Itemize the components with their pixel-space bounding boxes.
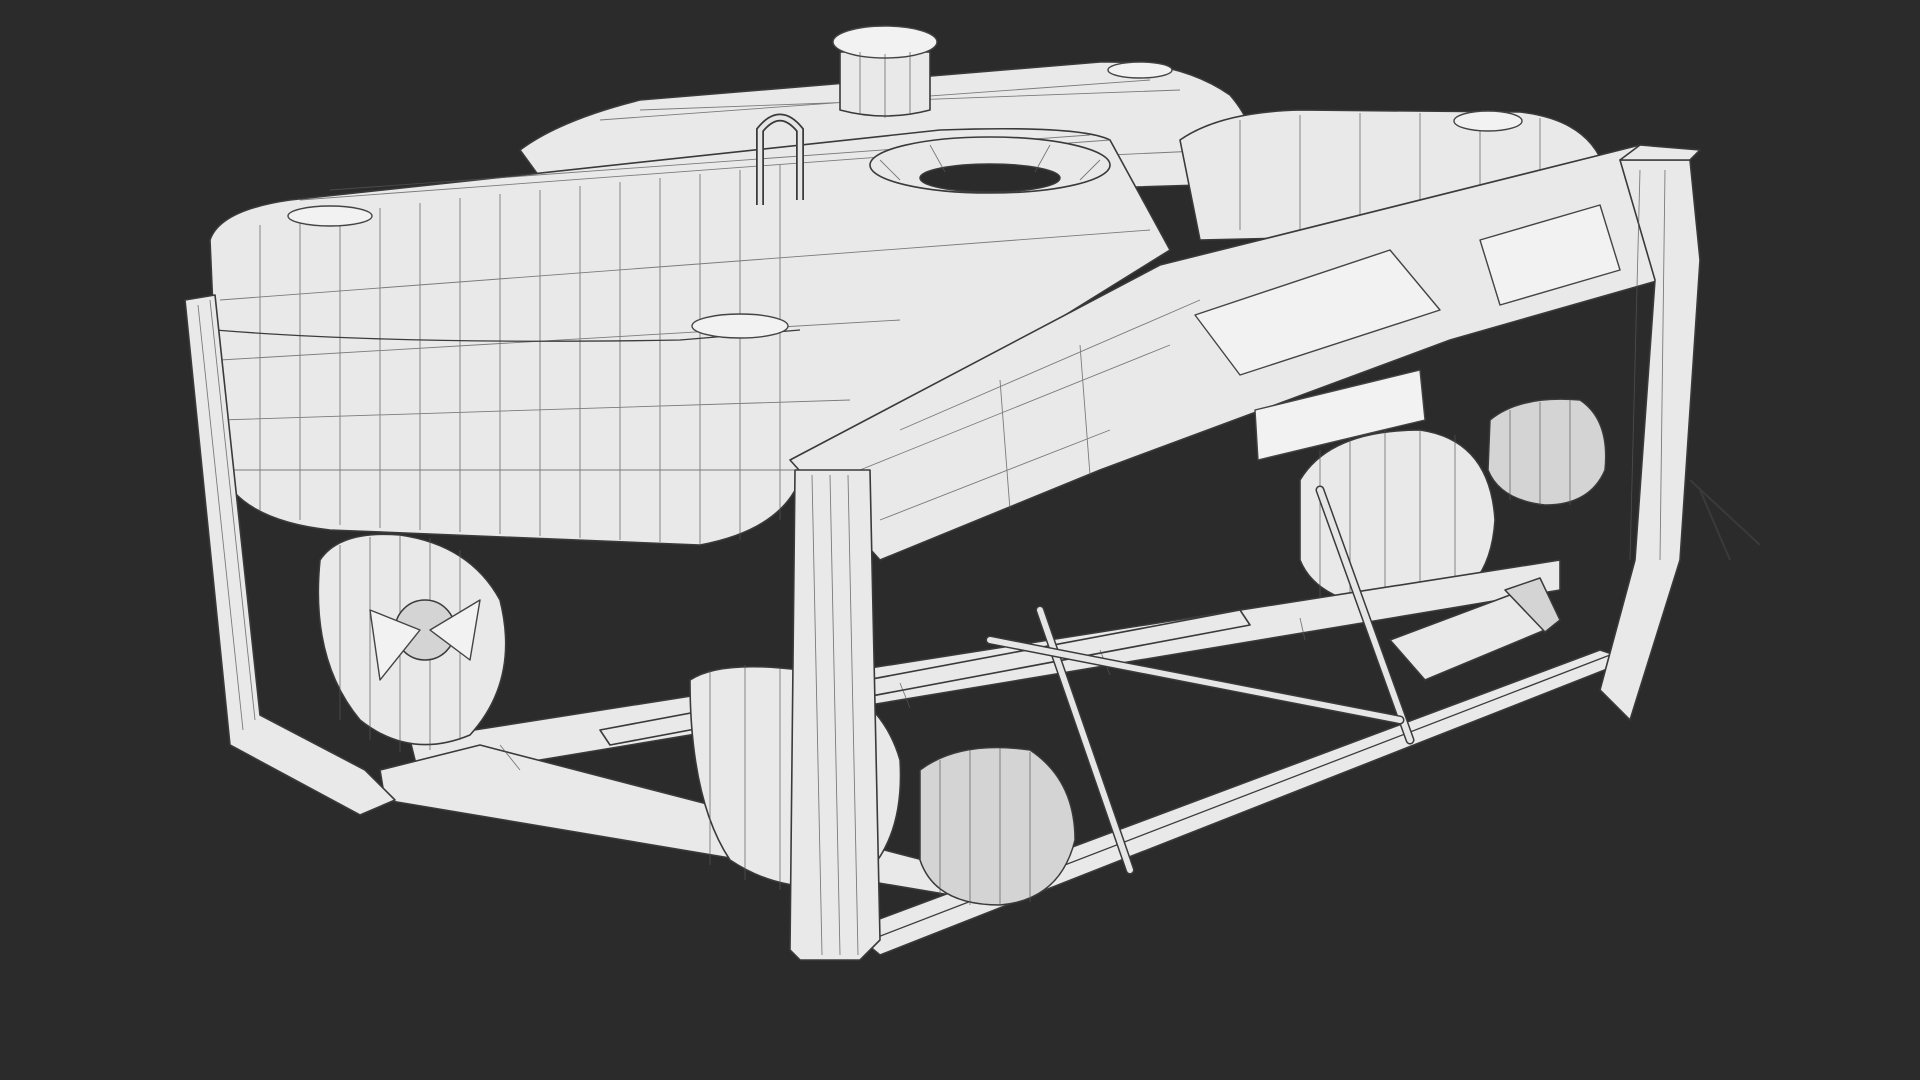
left-rear-thruster: [317, 533, 507, 752]
render-viewport: [0, 0, 1920, 1080]
top-center-hatch: [869, 136, 1111, 194]
rov-wireframe-render: [184, 25, 1761, 961]
front-frame-upright: [789, 469, 881, 961]
top-connector-post: [832, 25, 938, 118]
